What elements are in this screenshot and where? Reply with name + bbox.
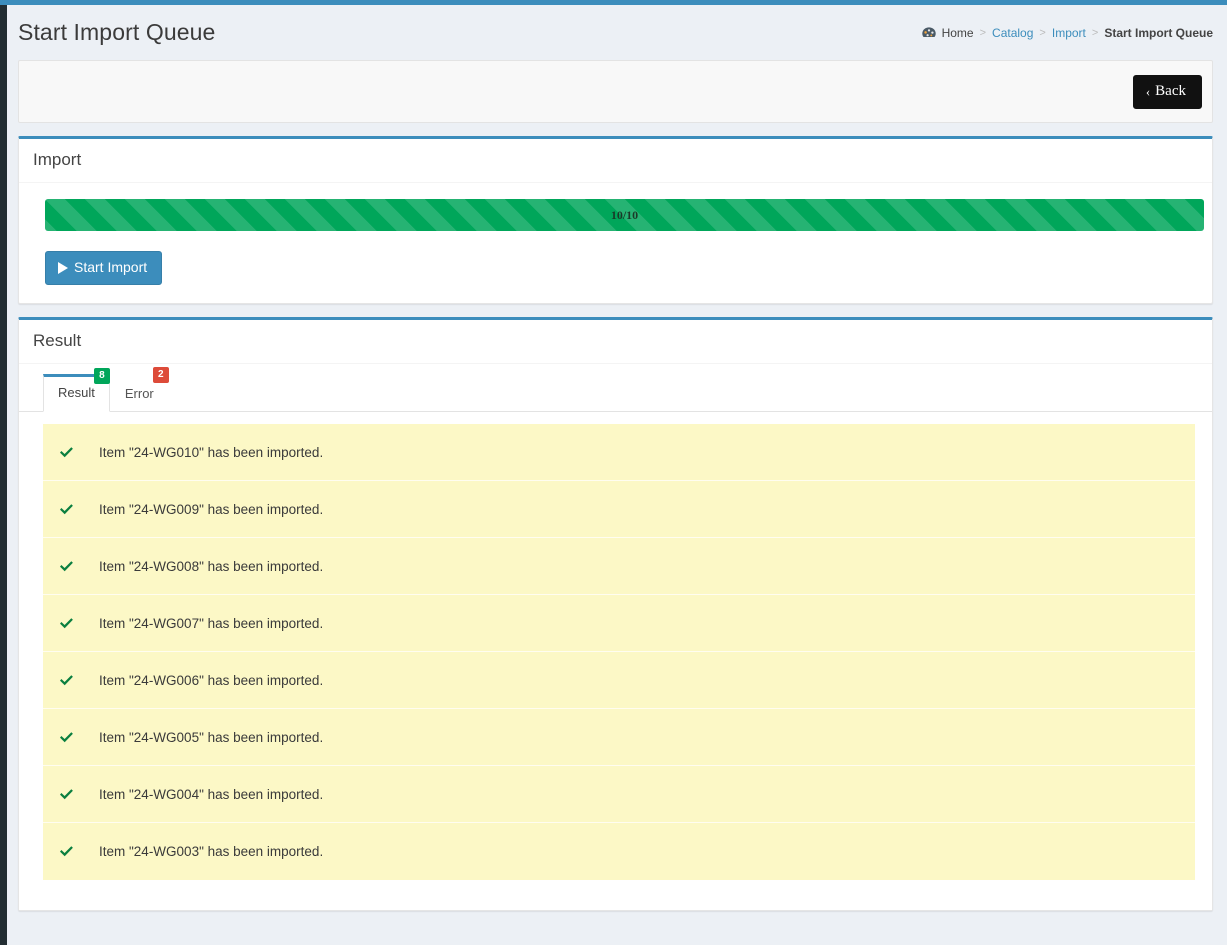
import-actions: Start Import xyxy=(19,245,1212,303)
import-progress-fill: 10/10 xyxy=(45,199,1204,231)
result-list-item: Item "24-WG004" has been imported. xyxy=(43,766,1195,824)
sidebar-rail xyxy=(0,5,7,945)
import-panel-title: Import xyxy=(33,150,82,169)
result-list-item: Item "24-WG007" has been imported. xyxy=(43,595,1195,653)
result-tab-content: Item "24-WG010" has been imported. Item "… xyxy=(19,412,1212,911)
import-progress-label: 10/10 xyxy=(610,207,639,222)
toolbar: ‹ Back xyxy=(18,60,1213,123)
dashboard-icon xyxy=(921,27,936,38)
tab-result-badge: 8 xyxy=(93,367,110,384)
page-header: Start Import Queue Home > Catalog > Impo… xyxy=(7,5,1227,60)
play-icon xyxy=(58,261,68,274)
result-tabs: Result 8 Error 2 xyxy=(19,364,1212,413)
tab-error-badge: 2 xyxy=(152,366,169,383)
check-icon xyxy=(59,446,85,459)
breadcrumb-item-home[interactable]: Home xyxy=(916,26,980,40)
back-button[interactable]: ‹ Back xyxy=(1132,74,1202,109)
breadcrumb-item-current: Start Import Queue xyxy=(1104,25,1213,40)
result-panel: Result Result 8 Error 2 Item "24-WG010" … xyxy=(18,317,1213,912)
import-panel: Import 10/10 Start Import xyxy=(18,136,1213,305)
chevron-left-icon: ‹ xyxy=(1145,83,1151,99)
check-icon xyxy=(59,845,85,858)
result-panel-header: Result xyxy=(19,320,1212,365)
tab-result-label: Result xyxy=(58,384,95,400)
import-panel-header: Import xyxy=(19,139,1212,183)
result-list-item: Item "24-WG006" has been imported. xyxy=(43,652,1195,710)
start-import-label: Start Import xyxy=(74,259,148,275)
page-title: Start Import Queue xyxy=(18,19,216,45)
check-icon xyxy=(59,617,85,630)
result-panel-title: Result xyxy=(33,331,82,351)
tab-error-label: Error xyxy=(124,385,154,401)
breadcrumb-label-home: Home xyxy=(941,25,974,40)
result-list-item: Item "24-WG008" has been imported. xyxy=(43,538,1195,596)
page-content: Start Import Queue Home > Catalog > Impo… xyxy=(7,5,1227,945)
result-item-text: Item "24-WG005" has been imported. xyxy=(99,729,324,745)
check-icon xyxy=(59,674,85,687)
top-accent-bar xyxy=(0,0,1227,5)
progress-area: 10/10 xyxy=(19,183,1212,245)
result-list-item: Item "24-WG005" has been imported. xyxy=(43,709,1195,767)
result-list-item: Item "24-WG003" has been imported. xyxy=(43,823,1195,881)
check-icon xyxy=(59,560,85,573)
check-icon xyxy=(59,788,85,801)
result-item-text: Item "24-WG010" has been imported. xyxy=(99,444,324,460)
tab-error[interactable]: Error 2 xyxy=(110,366,169,413)
breadcrumb-item-import[interactable]: Import xyxy=(1046,26,1092,40)
tab-result[interactable]: Result 8 xyxy=(43,367,110,413)
breadcrumb: Home > Catalog > Import > Start Import Q… xyxy=(916,26,1213,40)
result-list-item: Item "24-WG010" has been imported. xyxy=(43,424,1195,482)
start-import-button[interactable]: Start Import xyxy=(45,251,163,286)
result-list-item: Item "24-WG009" has been imported. xyxy=(43,481,1195,539)
result-item-text: Item "24-WG007" has been imported. xyxy=(99,615,324,631)
result-item-text: Item "24-WG004" has been imported. xyxy=(99,786,324,802)
check-icon xyxy=(59,503,85,516)
result-item-text: Item "24-WG003" has been imported. xyxy=(99,844,324,860)
result-item-text: Item "24-WG006" has been imported. xyxy=(99,672,324,688)
import-progress-bar: 10/10 xyxy=(45,199,1204,231)
result-item-text: Item "24-WG009" has been imported. xyxy=(99,501,324,517)
breadcrumb-item-catalog[interactable]: Catalog xyxy=(986,26,1039,40)
result-item-text: Item "24-WG008" has been imported. xyxy=(99,558,324,574)
check-icon xyxy=(59,731,85,744)
back-button-label: Back xyxy=(1155,82,1186,99)
result-list: Item "24-WG010" has been imported. Item "… xyxy=(43,424,1195,881)
